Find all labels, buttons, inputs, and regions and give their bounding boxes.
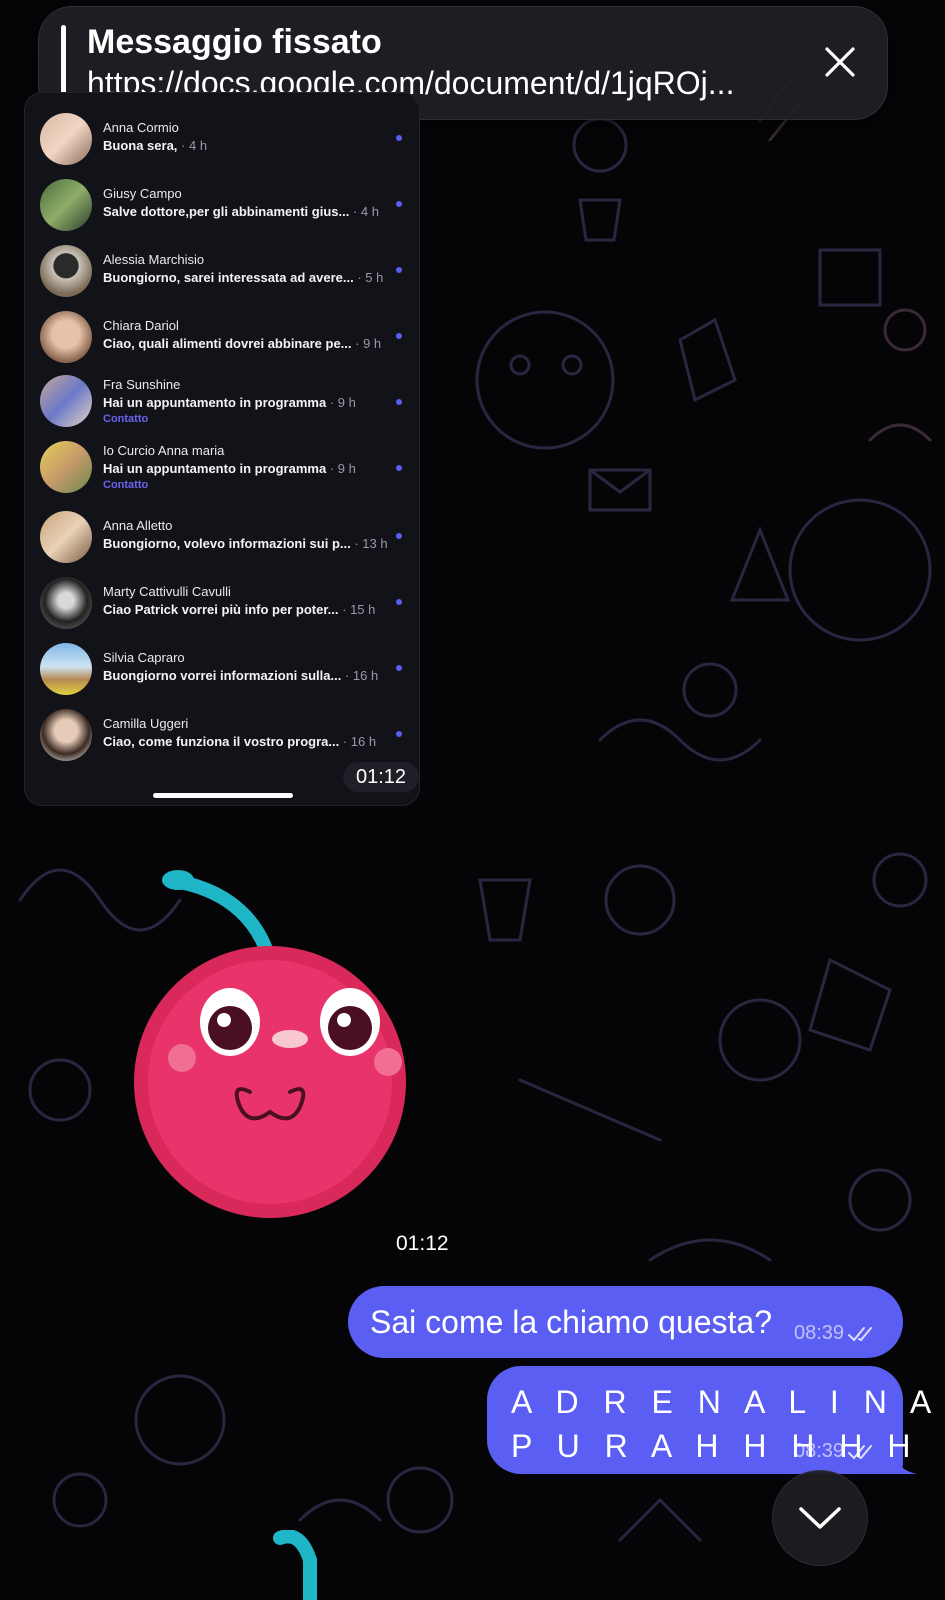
- message-preview: Ciao Patrick vorrei più info per poter..…: [103, 602, 376, 617]
- unread-dot: [396, 731, 402, 737]
- screenshot-image-message[interactable]: Anna Cormio Buona sera, · 4 h Giusy Camp…: [24, 92, 420, 806]
- avatar: [40, 375, 92, 427]
- list-item: Anna Cormio Buona sera, · 4 h: [25, 107, 419, 173]
- message-preview: Ciao, quali alimenti dovrei abbinare pe.…: [103, 336, 382, 351]
- unread-dot: [396, 267, 402, 273]
- avatar: [40, 311, 92, 363]
- unread-dot: [396, 665, 402, 671]
- unread-dot: [396, 333, 402, 339]
- avatar: [40, 441, 92, 493]
- message-time: 08:39: [794, 1322, 845, 1344]
- list-item: Marty Cattivulli Cavulli Ciao Patrick vo…: [25, 571, 419, 637]
- close-icon[interactable]: [823, 45, 857, 79]
- contact-name: Anna Cormio: [103, 120, 179, 135]
- message-text: Sai come la chiamo questa?: [370, 1304, 772, 1340]
- contact-name: Chiara Dariol: [103, 318, 179, 333]
- home-indicator: [153, 793, 293, 798]
- unread-dot: [396, 399, 402, 405]
- avatar: [40, 113, 92, 165]
- contact-name: Alessia Marchisio: [103, 252, 205, 267]
- list-item: Silvia Capraro Buongiorno vorrei informa…: [25, 637, 419, 703]
- scroll-to-bottom-button[interactable]: [772, 1470, 868, 1566]
- contact-label: Contatto: [103, 479, 149, 491]
- outgoing-message[interactable]: A D R E N A L I N AP U R A H H H H H 08:…: [487, 1366, 931, 1474]
- double-check-icon: [848, 1444, 873, 1460]
- message-preview: Buongiorno vorrei informazioni sulla... …: [103, 668, 379, 683]
- avatar: [40, 577, 92, 629]
- chevron-down-icon: [799, 1507, 841, 1529]
- list-item: Giusy Campo Salve dottore,per gli abbina…: [25, 173, 419, 239]
- list-item: Chiara Dariol Ciao, quali alimenti dovre…: [25, 305, 419, 371]
- contact-name: Silvia Capraro: [103, 650, 185, 665]
- contact-name: Anna Alletto: [103, 518, 173, 533]
- list-item: Io Curcio Anna maria Hai un appuntamento…: [25, 431, 419, 497]
- unread-dot: [396, 465, 402, 471]
- message-meta: 08:39: [794, 1322, 876, 1345]
- contact-name: Giusy Campo: [103, 186, 182, 201]
- unread-dot: [396, 135, 402, 141]
- sticker-timestamp: 01:12: [396, 1232, 449, 1255]
- avatar: [40, 709, 92, 761]
- list-item: Alessia Marchisio Buongiorno, sarei inte…: [25, 239, 419, 305]
- pinned-title: Messaggio fissato: [87, 23, 382, 61]
- message-preview: Buongiorno, sarei interessata ad avere..…: [103, 270, 384, 285]
- message-preview: Ciao, come funziona il vostro progra... …: [103, 734, 377, 749]
- message-meta: 08:39: [794, 1440, 876, 1463]
- avatar: [40, 511, 92, 563]
- message-preview: Buongiorno, volevo informazioni sui p...…: [103, 536, 388, 551]
- message-preview: Hai un appuntamento in programma · 9 h: [103, 395, 356, 410]
- bubble-tail: [893, 1452, 917, 1474]
- unread-dot: [396, 201, 402, 207]
- message-line-1: A D R E N A L I N A: [511, 1384, 940, 1420]
- contact-name: Io Curcio Anna maria: [103, 443, 225, 458]
- list-item: Camilla Uggeri Ciao, come funziona il vo…: [25, 703, 419, 769]
- avatar: [40, 643, 92, 695]
- contact-name: Marty Cattivulli Cavulli: [103, 584, 231, 599]
- outgoing-message[interactable]: Sai come la chiamo questa? 08:39: [348, 1286, 903, 1358]
- list-item: Anna Alletto Buongiorno, volevo informaz…: [25, 505, 419, 571]
- message-timestamp: 01:12: [343, 762, 419, 792]
- contact-name: Fra Sunshine: [103, 377, 181, 392]
- avatar: [40, 179, 92, 231]
- unread-dot: [396, 533, 402, 539]
- contact-name: Camilla Uggeri: [103, 716, 189, 731]
- double-check-icon: [848, 1326, 873, 1342]
- message-time: 08:39: [794, 1440, 845, 1462]
- message-preview: Salve dottore,per gli abbinamenti gius..…: [103, 204, 379, 219]
- message-preview: Hai un appuntamento in programma · 9 h: [103, 461, 356, 476]
- list-item: Fra Sunshine Hai un appuntamento in prog…: [25, 365, 419, 431]
- next-sticker-partial: [273, 1530, 317, 1600]
- cherry-sticker[interactable]: [120, 862, 430, 1232]
- contact-label: Contatto: [103, 413, 149, 425]
- avatar: [40, 245, 92, 297]
- unread-dot: [396, 599, 402, 605]
- message-preview: Buona sera, · 4 h: [103, 138, 208, 153]
